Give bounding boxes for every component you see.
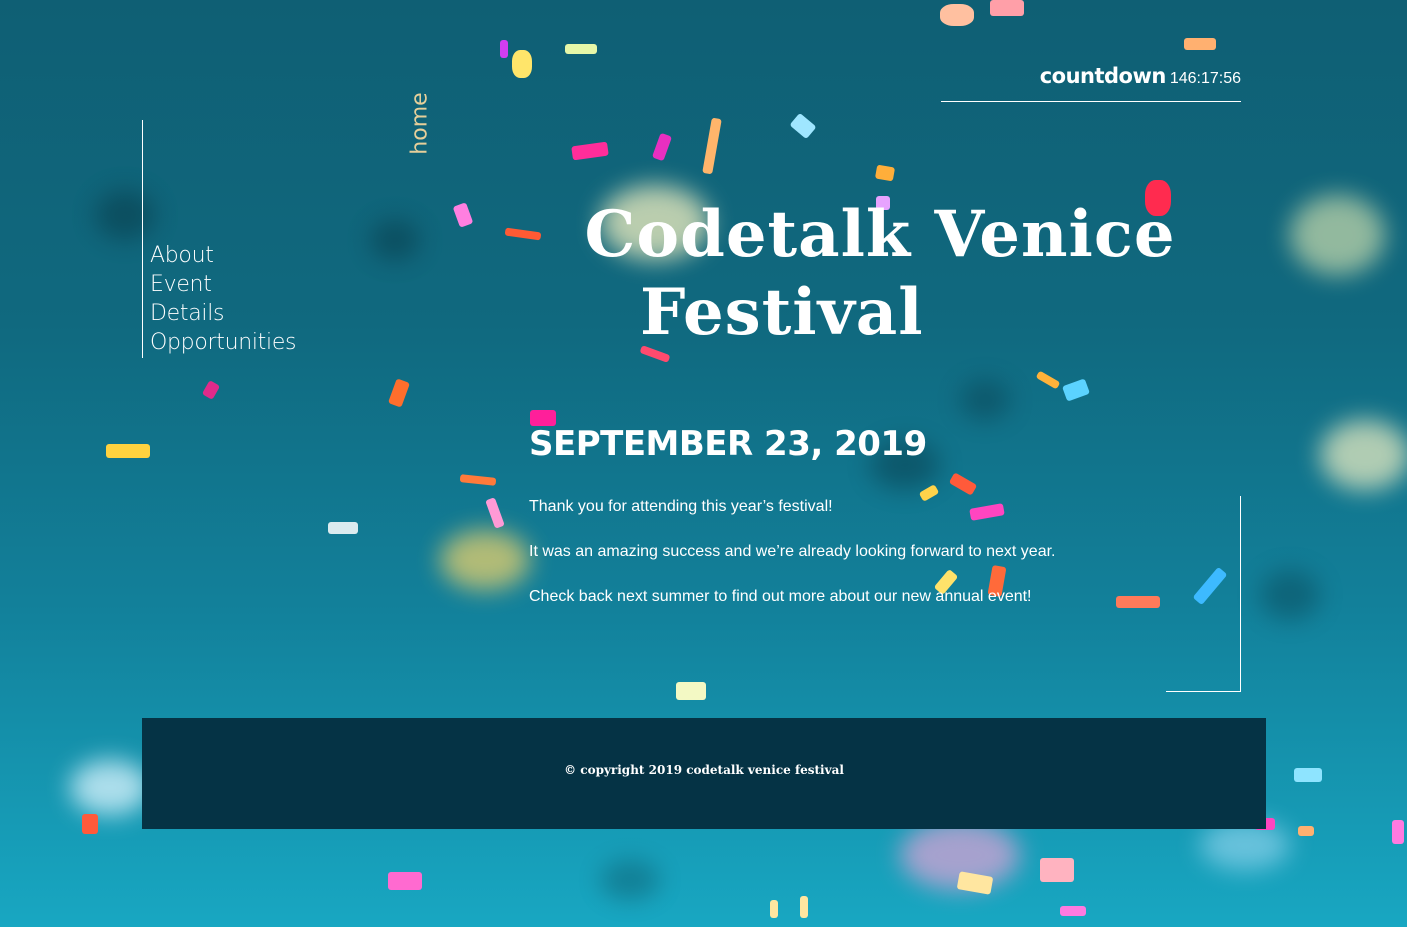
nav-item-event[interactable]: Event	[150, 270, 296, 299]
page-title: Codetalk Venice Festival	[540, 196, 1220, 352]
footer: © copyright 2019 codetalk venice festiva…	[142, 718, 1266, 829]
title-line-1: Codetalk Venice	[584, 197, 1176, 272]
side-navigation: About Event Details Opportunities	[142, 120, 343, 358]
decorative-corner-frame	[1166, 496, 1241, 692]
copyright-text: © copyright 2019 codetalk venice festiva…	[564, 763, 844, 777]
thank-you-message: Thank you for attending this year’s fest…	[529, 497, 1149, 632]
countdown-bar: countdown 146:17:56	[941, 64, 1241, 102]
event-date: SEPTEMBER 23, 2019	[529, 424, 927, 464]
countdown-label: countdown	[1039, 64, 1167, 88]
nav-item-details[interactable]: Details	[150, 299, 296, 328]
nav-item-opportunities[interactable]: Opportunities	[150, 328, 297, 357]
message-line-2: It was an amazing success and we’re alre…	[529, 543, 1056, 560]
message-line-1: Thank you for attending this year’s fest…	[529, 498, 833, 515]
message-line-3: Check back next summer to find out more …	[529, 588, 1032, 605]
home-link[interactable]: home	[405, 92, 435, 158]
title-line-2: Festival	[640, 275, 924, 350]
countdown-timer: 146:17:56	[1169, 70, 1241, 87]
nav-list: About Event Details Opportunities	[150, 241, 297, 357]
home-link-label[interactable]: home	[408, 92, 433, 156]
nav-item-about[interactable]: About	[150, 241, 296, 270]
